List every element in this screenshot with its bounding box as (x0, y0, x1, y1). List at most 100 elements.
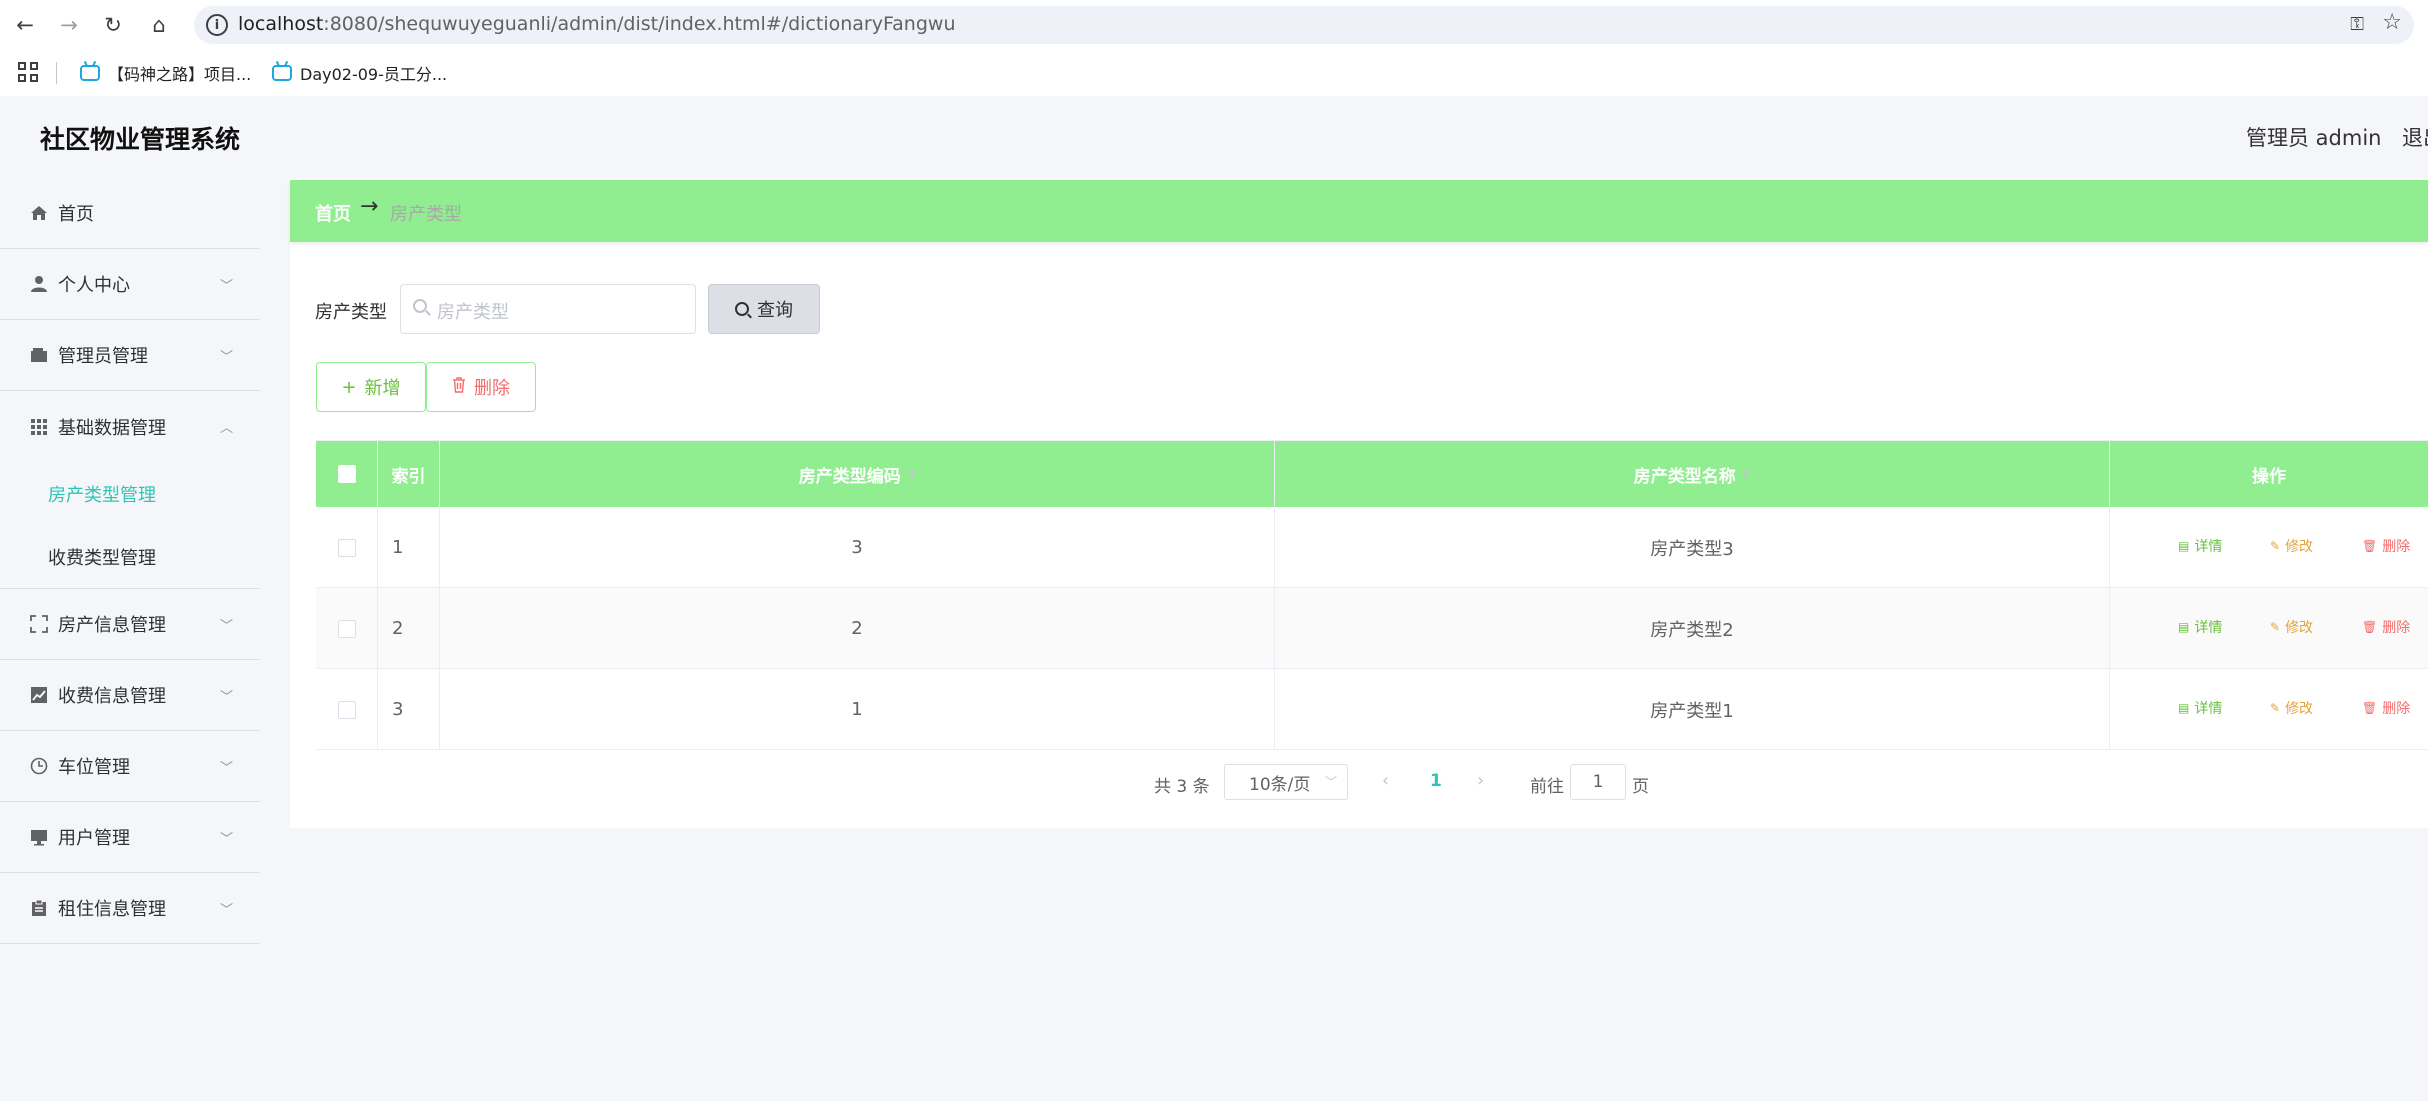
page-size-value: 10条/页 (1249, 774, 1311, 795)
detail-button[interactable]: ▤ 详情 (2178, 536, 2222, 556)
breadcrumb-home[interactable]: 首页 (315, 200, 351, 226)
column-header-code[interactable]: 房产类型编码 ⇅ (440, 441, 1275, 507)
column-header-name[interactable]: 房产类型名称 ⇅ (1275, 441, 2110, 507)
sidebar-item-home[interactable]: 首页 (0, 178, 260, 249)
sidebar-subitem-house-type[interactable]: 房产类型管理 (0, 462, 260, 525)
sidebar-item-personal-center[interactable]: 个人中心 ﹀ (0, 249, 260, 320)
code-cell: 1 (440, 669, 1275, 750)
column-header-label: 房产类型编码 (798, 466, 901, 487)
sidebar-item-label: 车位管理 (58, 757, 130, 778)
sidebar-item-fee-info[interactable]: 收费信息管理 ﹀ (0, 660, 260, 731)
document-icon: ▤ (2178, 620, 2190, 634)
monitor-icon (28, 826, 50, 848)
document-icon: ▤ (2178, 539, 2190, 553)
row-checkbox[interactable] (337, 700, 356, 719)
remove-label: 删除 (2382, 701, 2411, 717)
edit-icon: ✎ (2270, 539, 2281, 553)
reload-icon[interactable]: ↻ (98, 10, 128, 40)
trash-icon: 🗑 (2362, 539, 2378, 553)
remove-button[interactable]: 🗑 删除 (2362, 698, 2410, 718)
sort-icon[interactable]: ⇅ (907, 469, 915, 480)
chevron-down-icon: ﹀ (220, 278, 234, 294)
sidebar-item-rental[interactable]: 租住信息管理 ﹀ (0, 873, 260, 944)
add-button[interactable]: + 新增 (316, 362, 426, 412)
bookmark-item[interactable]: 【码神之路】项目... (80, 60, 251, 86)
sidebar-item-basic-data[interactable]: 基础数据管理 ︿ (0, 391, 260, 462)
sidebar-item-label: 用户管理 (58, 828, 130, 849)
browser-toolbar: ← → ↻ ⌂ i localhost:8080/shequwuyeguanli… (0, 0, 2428, 50)
search-input[interactable]: 房产类型 (400, 284, 696, 334)
edit-label: 修改 (2285, 701, 2314, 717)
site-info-icon[interactable]: i (206, 14, 228, 36)
prev-page-icon[interactable]: ‹ (1382, 770, 1389, 791)
bookmarks-bar: 【码神之路】项目... Day02-09-员工分... (0, 50, 2428, 96)
sidebar-item-house-info[interactable]: 房产信息管理 ﹀ (0, 589, 260, 660)
row-checkbox[interactable] (337, 538, 356, 557)
app-header: 社区物业管理系统 管理员 admin 退出 (0, 96, 2428, 178)
query-button-label: 查询 (757, 300, 793, 321)
table-row: 1 3 房产类型3 ▤ 详情 ✎ 修改 🗑 删除 (316, 507, 2428, 588)
logout-link[interactable]: 退出 (2402, 122, 2428, 152)
back-icon[interactable]: ← (10, 10, 40, 40)
chevron-down-icon: ﹀ (220, 689, 234, 705)
index-cell: 3 (378, 669, 440, 750)
query-button[interactable]: 查询 (708, 284, 820, 334)
breadcrumb-current: 房产类型 (390, 204, 462, 225)
row-select-cell (316, 588, 378, 669)
password-key-icon[interactable]: ⚿ (2350, 14, 2364, 35)
trash-icon (452, 376, 466, 398)
sort-icon[interactable]: ⇅ (1742, 469, 1750, 480)
column-header-label: 操作 (2252, 466, 2286, 487)
bookmark-item[interactable]: Day02-09-员工分... (272, 60, 447, 86)
sidebar-item-admin[interactable]: 管理员管理 ﹀ (0, 320, 260, 391)
edit-button[interactable]: ✎ 修改 (2270, 536, 2313, 556)
system-title: 社区物业管理系统 (40, 125, 241, 154)
clipboard-icon (28, 897, 50, 919)
sidebar-item-parking[interactable]: 车位管理 ﹀ (0, 731, 260, 802)
clock-icon (28, 755, 50, 777)
detail-button[interactable]: ▤ 详情 (2178, 617, 2222, 637)
table-header: 索引 房产类型编码 ⇅ 房产类型名称 ⇅ 操作 (316, 441, 2428, 507)
delete-button-label: 删除 (474, 378, 510, 399)
page-size-select[interactable]: 10条/页 ﹀ (1224, 764, 1348, 800)
index-cell: 2 (378, 588, 440, 669)
name-cell: 房产类型3 (1275, 507, 2110, 588)
sidebar-subitem-label: 收费类型管理 (48, 547, 156, 569)
remove-button[interactable]: 🗑 删除 (2362, 617, 2410, 637)
code-cell: 2 (440, 588, 1275, 669)
search-icon (413, 299, 427, 313)
forward-icon[interactable]: → (54, 10, 84, 40)
bookmark-separator (56, 62, 57, 84)
address-url[interactable]: localhost:8080/shequwuyeguanli/admin/dis… (238, 13, 955, 35)
chevron-down-icon: ﹀ (220, 831, 234, 847)
select-all-checkbox[interactable] (337, 465, 356, 483)
apps-grid-icon[interactable] (18, 62, 38, 82)
row-select-cell (316, 669, 378, 750)
page-number-current[interactable]: 1 (1430, 771, 1442, 791)
edit-label: 修改 (2285, 620, 2314, 636)
row-select-cell (316, 507, 378, 588)
address-bar[interactable]: i localhost:8080/shequwuyeguanli/admin/d… (194, 6, 2414, 44)
edit-icon: ✎ (2270, 620, 2281, 634)
add-button-label: 新增 (364, 378, 401, 399)
arrow-right-icon: → (360, 194, 379, 219)
home-page-icon[interactable]: ⌂ (144, 10, 174, 40)
remove-label: 删除 (2382, 620, 2411, 636)
name-cell: 房产类型2 (1275, 588, 2110, 669)
edit-button[interactable]: ✎ 修改 (2270, 698, 2313, 718)
remove-button[interactable]: 🗑 删除 (2362, 536, 2410, 556)
sidebar-subitem-fee-type[interactable]: 收费类型管理 (0, 525, 260, 589)
detail-button[interactable]: ▤ 详情 (2178, 698, 2222, 718)
code-cell: 3 (440, 507, 1275, 588)
edit-icon: ✎ (2270, 701, 2281, 715)
bookmark-star-icon[interactable]: ☆ (2382, 10, 2402, 35)
chevron-down-icon: ﹀ (220, 349, 234, 365)
edit-label: 修改 (2285, 539, 2314, 555)
sidebar-item-users[interactable]: 用户管理 ﹀ (0, 802, 260, 873)
delete-button[interactable]: 删除 (426, 362, 536, 412)
next-page-icon[interactable]: › (1477, 770, 1484, 791)
goto-page-input[interactable]: 1 (1570, 764, 1626, 800)
row-checkbox[interactable] (337, 619, 356, 638)
column-header-label: 索引 (391, 466, 426, 487)
edit-button[interactable]: ✎ 修改 (2270, 617, 2313, 637)
